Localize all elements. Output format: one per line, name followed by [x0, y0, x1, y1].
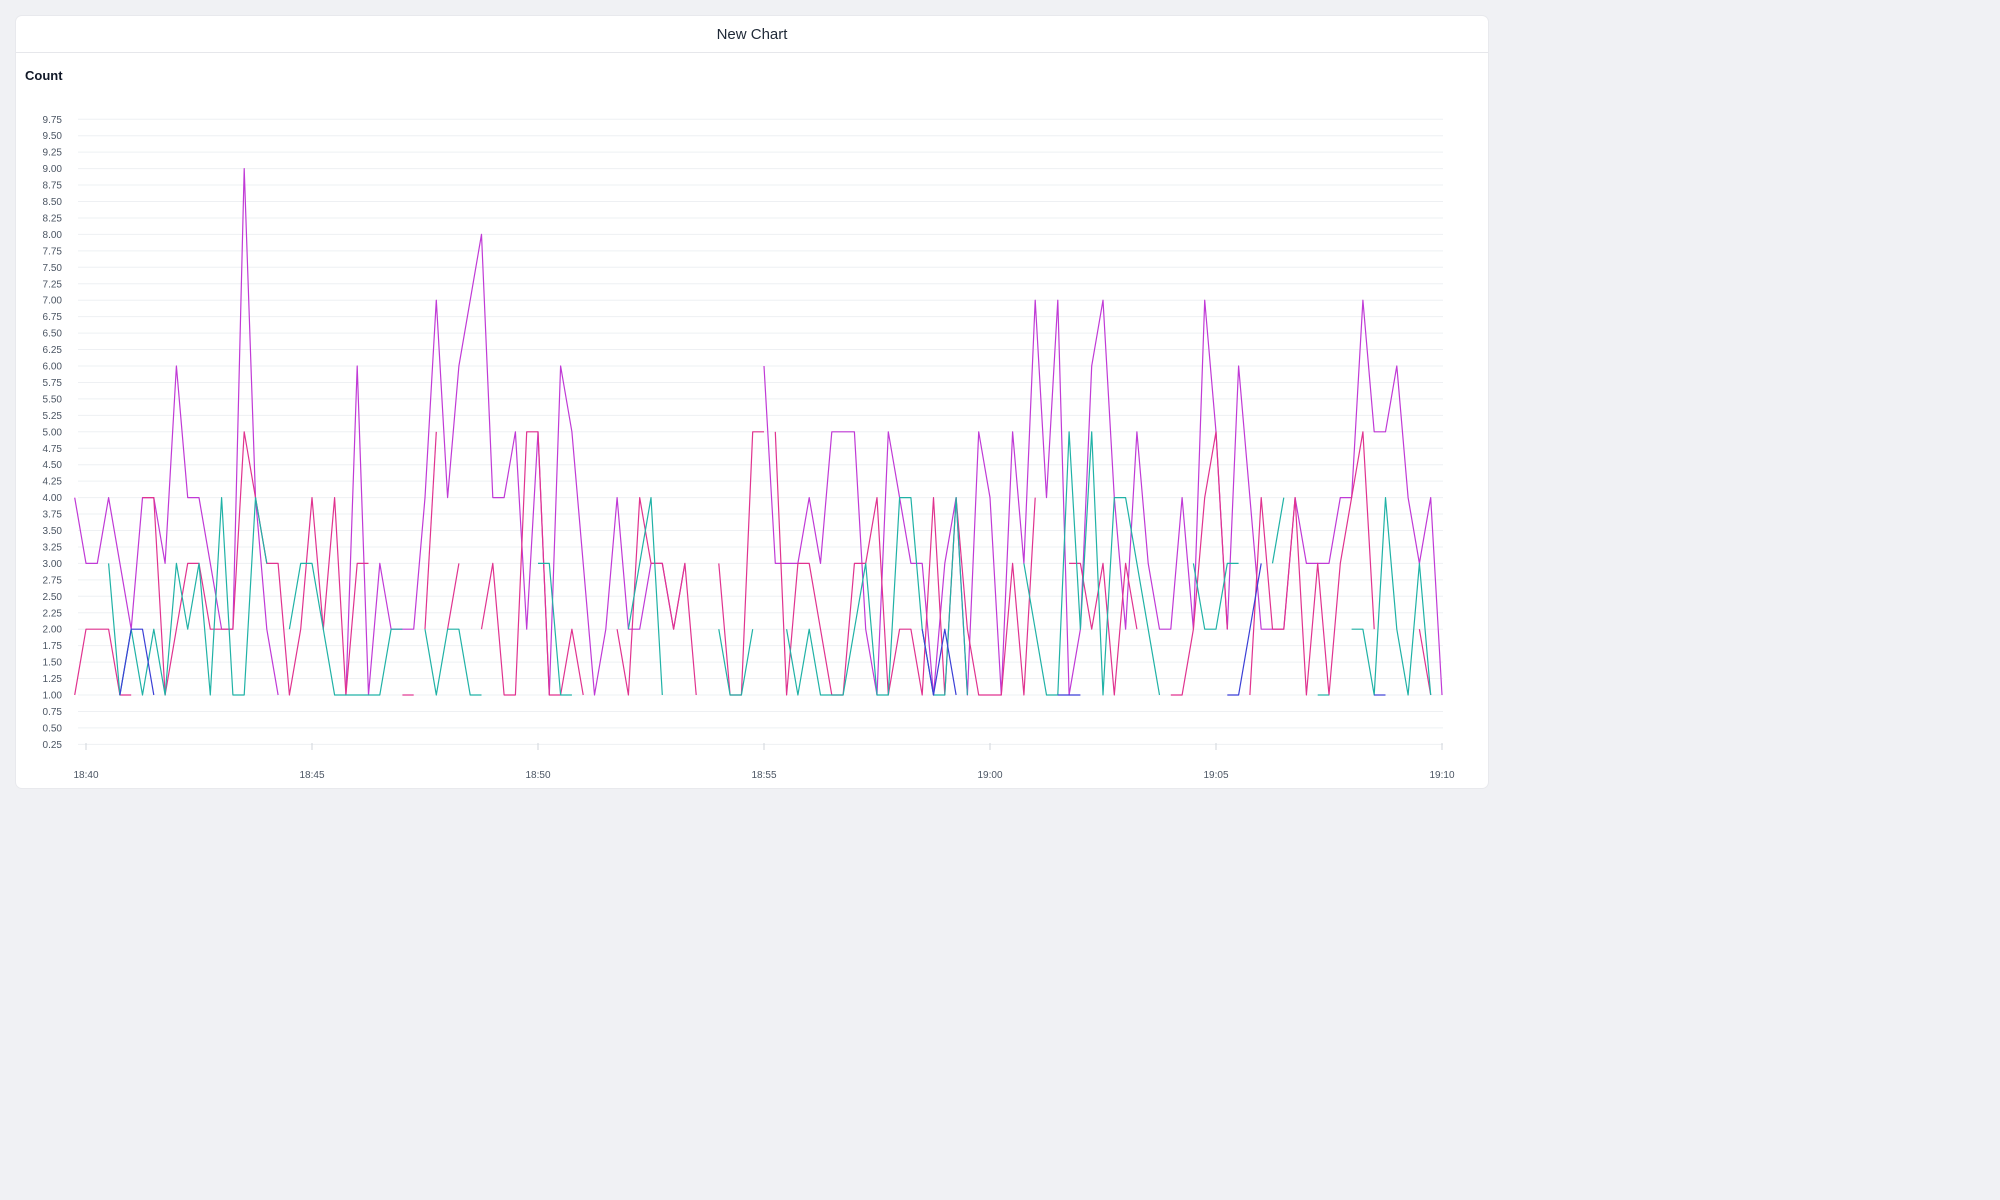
y-tick-label: 6.00: [43, 362, 63, 373]
y-tick-label: 2.25: [43, 608, 63, 619]
y-tick-label: 2.75: [43, 575, 63, 586]
x-tick-label: 19:00: [977, 770, 1002, 781]
y-tick-label: 8.00: [43, 230, 63, 241]
x-axis-ticks: 18:40 18:45 18:50 18:55 19:00 19:05 19:10: [73, 743, 1455, 781]
y-tick-label: 3.50: [43, 526, 63, 537]
y-tick-label: 4.50: [43, 460, 63, 471]
y-tick-label: 5.75: [43, 378, 63, 389]
y-tick-label: 5.50: [43, 394, 63, 405]
y-tick-label: 1.00: [43, 691, 63, 702]
x-tick-label: 18:45: [299, 770, 324, 781]
y-tick-label: 9.00: [43, 164, 63, 175]
y-tick-label: 0.75: [43, 707, 63, 718]
x-tick-label: 18:55: [751, 770, 776, 781]
y-tick-label: 3.00: [43, 559, 63, 570]
chart-panel: New Chart Count 0.25 0.50 0.75 1.00 1.25 1.50…: [16, 16, 1488, 788]
y-tick-label: 9.75: [43, 115, 63, 126]
y-tick-label: 4.75: [43, 444, 63, 455]
chart-title: New Chart: [16, 16, 1488, 53]
y-tick-label: 4.00: [43, 493, 63, 504]
y-tick-label: 9.25: [43, 148, 63, 159]
y-tick-label: 6.50: [43, 329, 63, 340]
y-tick-label: 8.75: [43, 181, 63, 192]
y-tick-label: 4.25: [43, 477, 63, 488]
y-tick-label: 9.50: [43, 131, 63, 142]
y-axis-label: Count: [25, 68, 63, 83]
y-tick-label: 3.25: [43, 542, 63, 553]
y-tick-label: 8.50: [43, 197, 63, 208]
x-tick-label: 19:10: [1429, 770, 1454, 781]
y-tick-label: 6.25: [43, 345, 63, 356]
y-tick-label: 7.75: [43, 246, 63, 257]
y-tick-label: 2.50: [43, 592, 63, 603]
y-tick-label: 5.00: [43, 427, 63, 438]
x-tick-label: 19:05: [1203, 770, 1228, 781]
y-tick-label: 5.25: [43, 411, 63, 422]
y-tick-label: 8.25: [43, 213, 63, 224]
series-4-line: [921, 628, 957, 696]
y-axis-ticks: 0.25 0.50 0.75 1.00 1.25 1.50 1.75 2.00 2.25 2.50…: [43, 115, 63, 751]
y-tick-label: 0.50: [43, 723, 63, 734]
y-tick-label: 7.25: [43, 279, 63, 290]
y-tick-label: 1.25: [43, 674, 63, 685]
y-tick-label: 0.25: [43, 740, 63, 751]
y-tick-label: 7.50: [43, 263, 63, 274]
y-tick-label: 7.00: [43, 296, 63, 307]
x-tick-label: 18:50: [525, 770, 550, 781]
y-tick-label: 6.75: [43, 312, 63, 323]
y-tick-label: 3.75: [43, 510, 63, 521]
y-tick-label: 1.75: [43, 641, 63, 652]
x-tick-label: 18:40: [73, 770, 98, 781]
y-tick-label: 1.50: [43, 658, 63, 669]
line-chart: Count 0.25 0.50 0.75 1.00 1.25 1.50 1.75 2.00 2.…: [25, 68, 1455, 781]
y-tick-label: 2.00: [43, 625, 63, 636]
